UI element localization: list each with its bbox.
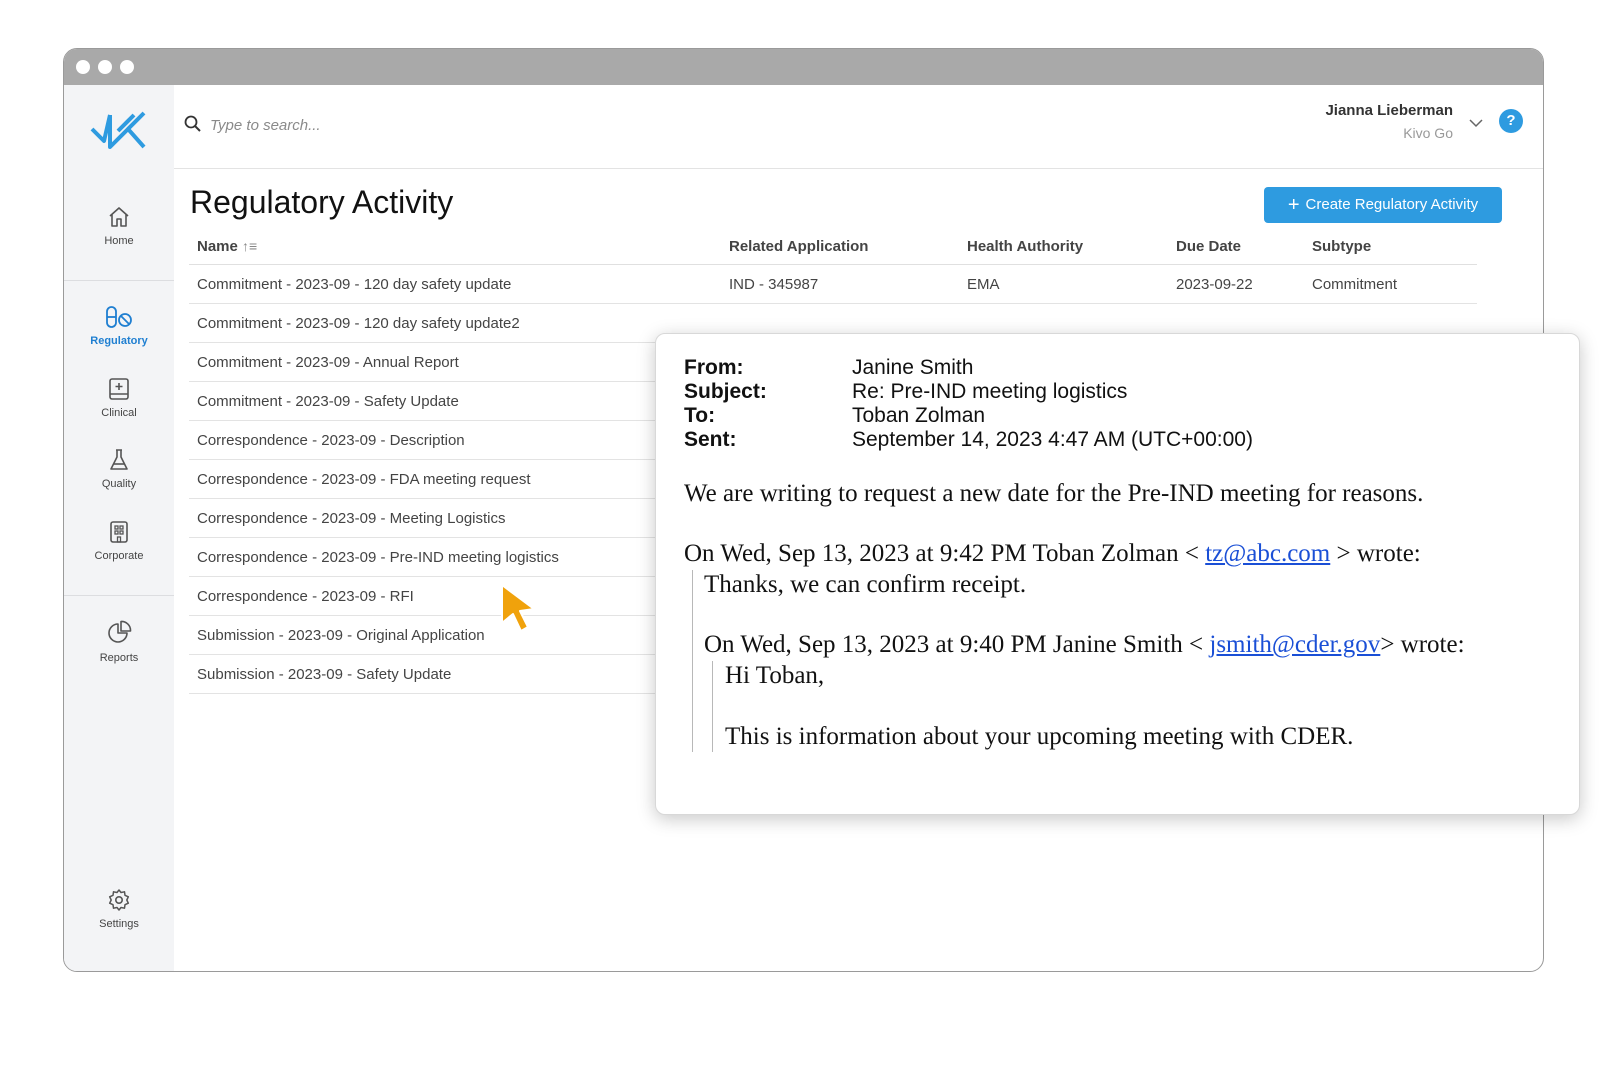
- window-maximize-dot[interactable]: [120, 60, 134, 74]
- help-icon[interactable]: ?: [1499, 109, 1523, 133]
- kivo-logo-icon[interactable]: [90, 107, 148, 155]
- cell-name: Correspondence - 2023-09 - FDA meeting r…: [197, 471, 531, 488]
- nav-clinical[interactable]: Clinical: [64, 377, 174, 419]
- email-sent-value: September 14, 2023 4:47 AM (UTC+00:00): [852, 428, 1253, 451]
- email-subject-value: Re: Pre-IND meeting logistics: [852, 380, 1128, 403]
- chevron-down-icon[interactable]: [1469, 118, 1483, 128]
- table-row[interactable]: Commitment - 2023-09 - 120 day safety up…: [189, 265, 1477, 304]
- quote2-body: This is information about your upcoming …: [725, 723, 1354, 750]
- nav-regulatory[interactable]: Regulatory: [64, 305, 174, 347]
- user-organization: Kivo Go: [1403, 125, 1453, 141]
- nav-reports[interactable]: Reports: [64, 620, 174, 664]
- cell-subtype: Commitment: [1312, 276, 1398, 293]
- column-header-subtype[interactable]: Subtype: [1312, 238, 1371, 255]
- nav-corporate-label: Corporate: [94, 550, 144, 562]
- search-input[interactable]: [210, 113, 610, 137]
- nav-clinical-label: Clinical: [101, 407, 137, 419]
- cell-name: Correspondence - 2023-09 - Meeting Logis…: [197, 510, 506, 527]
- column-header-due-date[interactable]: Due Date: [1176, 238, 1241, 255]
- cell-name: Submission - 2023-09 - Safety Update: [197, 666, 452, 683]
- nav-home-label: Home: [104, 235, 134, 247]
- email-body: We are writing to request a new date for…: [684, 480, 1424, 507]
- sidebar-divider: [64, 280, 174, 281]
- nav-regulatory-label: Regulatory: [90, 335, 148, 347]
- column-header-related-application[interactable]: Related Application: [729, 238, 868, 255]
- nav-reports-label: Reports: [99, 652, 139, 664]
- cell-name: Correspondence - 2023-09 - Pre-IND meeti…: [197, 549, 559, 566]
- quote2-greeting: Hi Toban,: [725, 662, 825, 689]
- sidebar: Home Regulatory Clinical Quality Corpora…: [64, 85, 174, 971]
- create-button-label: Create Regulatory Activity: [1305, 195, 1479, 213]
- nav-settings-label: Settings: [99, 918, 139, 930]
- search-icon: [184, 115, 201, 132]
- email-to-value: Toban Zolman: [852, 404, 986, 427]
- quote-bar: [692, 570, 693, 752]
- quote-bar-nested: [712, 661, 713, 752]
- pills-icon: [106, 306, 132, 328]
- nav-corporate[interactable]: Corporate: [64, 520, 174, 562]
- cell-name: Commitment - 2023-09 - 120 day safety up…: [197, 276, 512, 293]
- flask-icon: [110, 449, 128, 470]
- cell-related-application: IND - 345987: [729, 276, 819, 293]
- quote1-header: On Wed, Sep 13, 2023 at 9:42 PM Toban Zo…: [684, 540, 1421, 567]
- clinical-icon: [109, 378, 129, 400]
- cell-name: Correspondence - 2023-09 - Description: [197, 432, 465, 449]
- sidebar-divider: [64, 595, 174, 596]
- pie-chart-icon: [108, 620, 132, 643]
- cell-health-authority: EMA: [967, 276, 1000, 293]
- email-to-label: To:: [684, 404, 716, 427]
- building-icon: [110, 521, 128, 543]
- column-header-health-authority[interactable]: Health Authority: [967, 238, 1083, 255]
- cell-name: Commitment - 2023-09 - Safety Update: [197, 393, 459, 410]
- quote1-body: Thanks, we can confirm receipt.: [704, 571, 1027, 598]
- cell-due-date: 2023-09-22: [1176, 276, 1253, 293]
- nav-settings[interactable]: Settings: [64, 888, 174, 930]
- home-icon: [109, 207, 129, 227]
- table-header: Name ↑≡ Related Application Health Autho…: [189, 229, 1477, 265]
- create-regulatory-activity-button[interactable]: + Create Regulatory Activity: [1264, 187, 1502, 223]
- cell-name: Commitment - 2023-09 - Annual Report: [197, 354, 459, 371]
- email-sent-label: Sent:: [684, 428, 737, 451]
- window-close-dot[interactable]: [76, 60, 90, 74]
- page-title: Regulatory Activity: [190, 184, 454, 220]
- quote2-header: On Wed, Sep 13, 2023 at 9:40 PM Janine S…: [704, 631, 1465, 658]
- user-name[interactable]: Jianna Lieberman: [1325, 102, 1453, 119]
- mouse-pointer-icon: [501, 584, 535, 632]
- cell-name: Commitment - 2023-09 - 120 day safety up…: [197, 315, 520, 332]
- title-bar: [64, 49, 1543, 85]
- email-from-value: Janine Smith: [852, 356, 974, 379]
- sort-ascending-icon[interactable]: ↑≡: [242, 238, 257, 254]
- column-header-name[interactable]: Name ↑≡: [197, 238, 257, 255]
- window-minimize-dot[interactable]: [98, 60, 112, 74]
- plus-icon: +: [1287, 193, 1300, 216]
- email-subject-label: Subject:: [684, 380, 767, 403]
- cell-name: Correspondence - 2023-09 - RFI: [197, 588, 414, 605]
- nav-quality[interactable]: Quality: [64, 448, 174, 490]
- nav-home[interactable]: Home: [64, 205, 174, 247]
- nav-quality-label: Quality: [101, 478, 137, 490]
- top-header: Jianna Lieberman Kivo Go ?: [174, 85, 1543, 169]
- gear-icon: [108, 889, 130, 911]
- quote2-email-link[interactable]: jsmith@cder.gov: [1209, 631, 1380, 658]
- email-from-label: From:: [684, 356, 744, 379]
- cell-name: Submission - 2023-09 - Original Applicat…: [197, 627, 485, 644]
- email-preview-popup: From: Janine Smith Subject: Re: Pre-IND me…: [655, 333, 1580, 815]
- quote1-email-link[interactable]: tz@abc.com: [1205, 540, 1330, 567]
